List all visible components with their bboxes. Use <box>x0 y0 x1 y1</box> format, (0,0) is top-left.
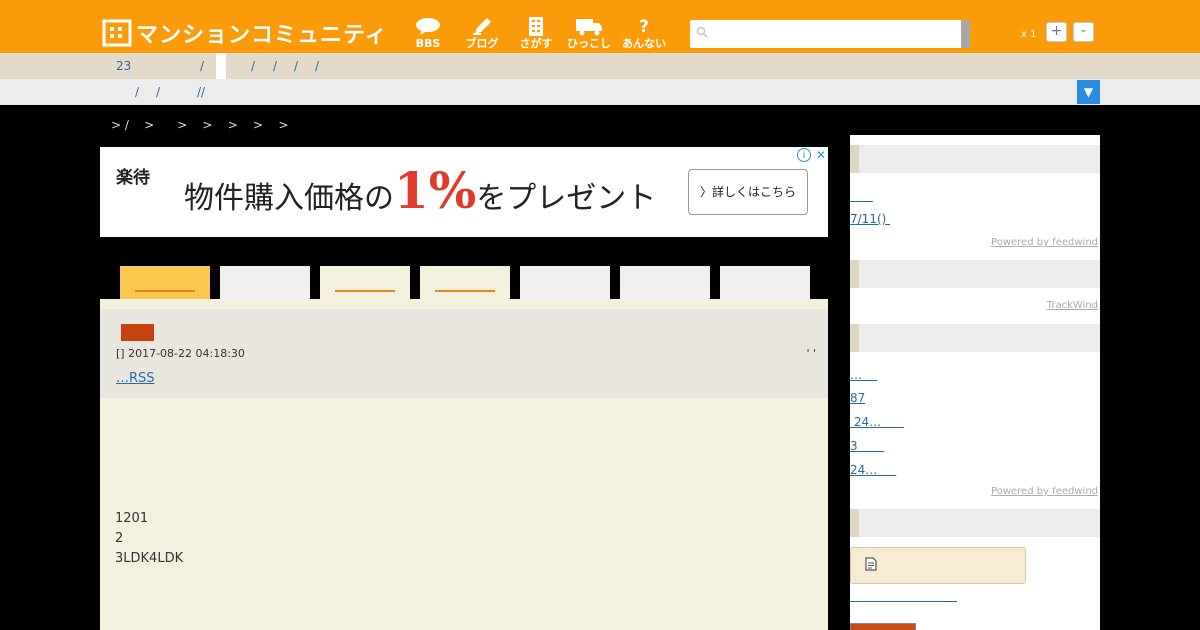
dropdown-toggle-button[interactable]: ▼ <box>1077 80 1100 104</box>
post-area: [] 2017-08-22 04:18:30 ' ' …RSS 1201 2 3… <box>100 299 828 630</box>
search-box[interactable] <box>690 20 970 48</box>
nav-label: ブログ <box>465 37 499 50</box>
document-icon <box>865 557 877 575</box>
ad-headline: 物件購入価格の 1% をプレゼント <box>184 161 657 220</box>
tab-underline <box>335 290 395 292</box>
post-body: 1201 2 3LDK4LDK <box>115 509 183 569</box>
sidebar-feed-link[interactable]: 24… <box>850 415 904 429</box>
post-header: [] 2017-08-22 04:18:30 ' ' …RSS <box>100 309 828 398</box>
trackwind-link[interactable]: TrackWind <box>1047 300 1098 311</box>
nav-label: あんない <box>622 37 666 50</box>
site-logo[interactable]: マンションコミュニティ <box>102 18 388 48</box>
thread-tab-6[interactable] <box>620 266 710 299</box>
thread-tab-4[interactable] <box>420 266 510 299</box>
sidebar-feed-link[interactable] <box>850 189 873 203</box>
nav-label: ひっこし <box>567 37 611 50</box>
search-scrollbar[interactable] <box>961 20 970 48</box>
sidebar-banner-image[interactable] <box>850 623 916 630</box>
tab-underline <box>135 290 195 292</box>
zoom-level: x 1 <box>1021 29 1037 40</box>
ad-brand: 楽待 <box>116 168 150 188</box>
ad-info-icon[interactable]: i <box>797 148 811 162</box>
category-nav: 23 / / / / / <box>0 53 1200 79</box>
ad-banner[interactable]: 楽待 物件購入価格の 1% をプレゼント 〉詳しくはこちら i ✕ <box>100 147 828 237</box>
zoom-out-button[interactable]: - <box>1073 22 1094 42</box>
post-badge <box>121 324 154 341</box>
post-body-line: 1201 <box>115 511 149 526</box>
sidebar-section-header <box>850 260 1100 288</box>
thread-tab-7[interactable] <box>720 266 810 299</box>
category-link[interactable]: / <box>273 59 277 73</box>
sidebar-bottom-link[interactable] <box>850 592 957 602</box>
ad-headline-pre: 物件購入価格の <box>184 181 394 216</box>
thread-tab-2[interactable] <box>220 266 310 299</box>
sidebar-section-header <box>850 145 1100 173</box>
nav-label: さがす <box>519 37 553 50</box>
rss-prefix: … <box>116 371 129 386</box>
sidebar-feed-link[interactable]: … <box>850 368 877 382</box>
thread-tab-3[interactable] <box>320 266 410 299</box>
nav-moving[interactable]: ひっこし <box>561 16 617 50</box>
sidebar-document-button[interactable] <box>850 547 1026 584</box>
nav-bbs[interactable]: BBS <box>400 16 456 50</box>
category-link[interactable]: / <box>315 59 319 73</box>
speech-bubble-icon <box>400 16 456 38</box>
zoom-in-button[interactable]: + <box>1046 22 1067 42</box>
logo-text: マンションコミュニティ <box>136 23 388 48</box>
category-link[interactable]: 23 <box>116 59 131 73</box>
building-icon <box>508 16 564 38</box>
sidebar-feed-link[interactable]: 87 <box>850 391 865 405</box>
nav-guide[interactable]: ? あんない <box>616 16 672 50</box>
building-logo-icon <box>102 19 132 47</box>
area-nav: / / // <box>0 79 1200 105</box>
category-link[interactable]: / <box>251 59 255 73</box>
category-active-tab[interactable] <box>216 53 226 79</box>
ad-close-icon[interactable]: ✕ <box>814 148 828 162</box>
powered-by-link[interactable]: Powered by feedwind <box>991 237 1098 248</box>
search-input[interactable] <box>714 24 950 44</box>
sidebar-feed-link[interactable]: 3 <box>850 439 884 453</box>
post-body-line: 3LDK4LDK <box>115 551 184 566</box>
nav-label: BBS <box>415 37 441 50</box>
thread-tab-5[interactable] <box>520 266 610 299</box>
area-link[interactable]: / <box>156 85 160 99</box>
category-link[interactable]: / <box>200 59 204 73</box>
area-link[interactable]: // <box>197 85 205 99</box>
sidebar-feed-link[interactable]: 7/11() <box>850 212 890 226</box>
post-body-line: 2 <box>115 531 124 546</box>
rss-label: RSS <box>129 371 155 386</box>
question-icon: ? <box>639 17 649 37</box>
post-meta: [] 2017-08-22 04:18:30 <box>116 347 245 360</box>
sidebar: 7/11() Powered by feedwind TrackWind … 8… <box>850 135 1100 630</box>
sidebar-section-header <box>850 324 1100 352</box>
ad-cta-button[interactable]: 〉詳しくはこちら <box>688 169 808 215</box>
thread-tab-1[interactable] <box>120 266 210 299</box>
nav-blog[interactable]: ブログ <box>454 16 510 50</box>
category-link[interactable]: / <box>294 59 298 73</box>
sidebar-section-header <box>850 509 1100 537</box>
ad-headline-post: をプレゼント <box>476 181 657 216</box>
area-link[interactable]: / <box>135 85 139 99</box>
ad-headline-big: 1% <box>394 161 477 220</box>
site-header: マンションコミュニティ BBS ブログ さがす ひっこし ? あんない x 1 … <box>0 0 1200 53</box>
rss-link[interactable]: …RSS <box>116 371 155 386</box>
sidebar-feed-link[interactable]: 24… <box>850 463 896 477</box>
powered-by-link[interactable]: Powered by feedwind <box>991 486 1098 497</box>
truck-icon <box>561 16 617 38</box>
nav-search[interactable]: さがす <box>508 16 564 50</box>
breadcrumb[interactable]: > / > > > > > > <box>111 118 288 132</box>
pencil-icon <box>454 16 510 38</box>
search-icon <box>696 26 708 41</box>
post-meta-right: ' ' <box>806 347 816 360</box>
tab-underline <box>435 290 495 292</box>
